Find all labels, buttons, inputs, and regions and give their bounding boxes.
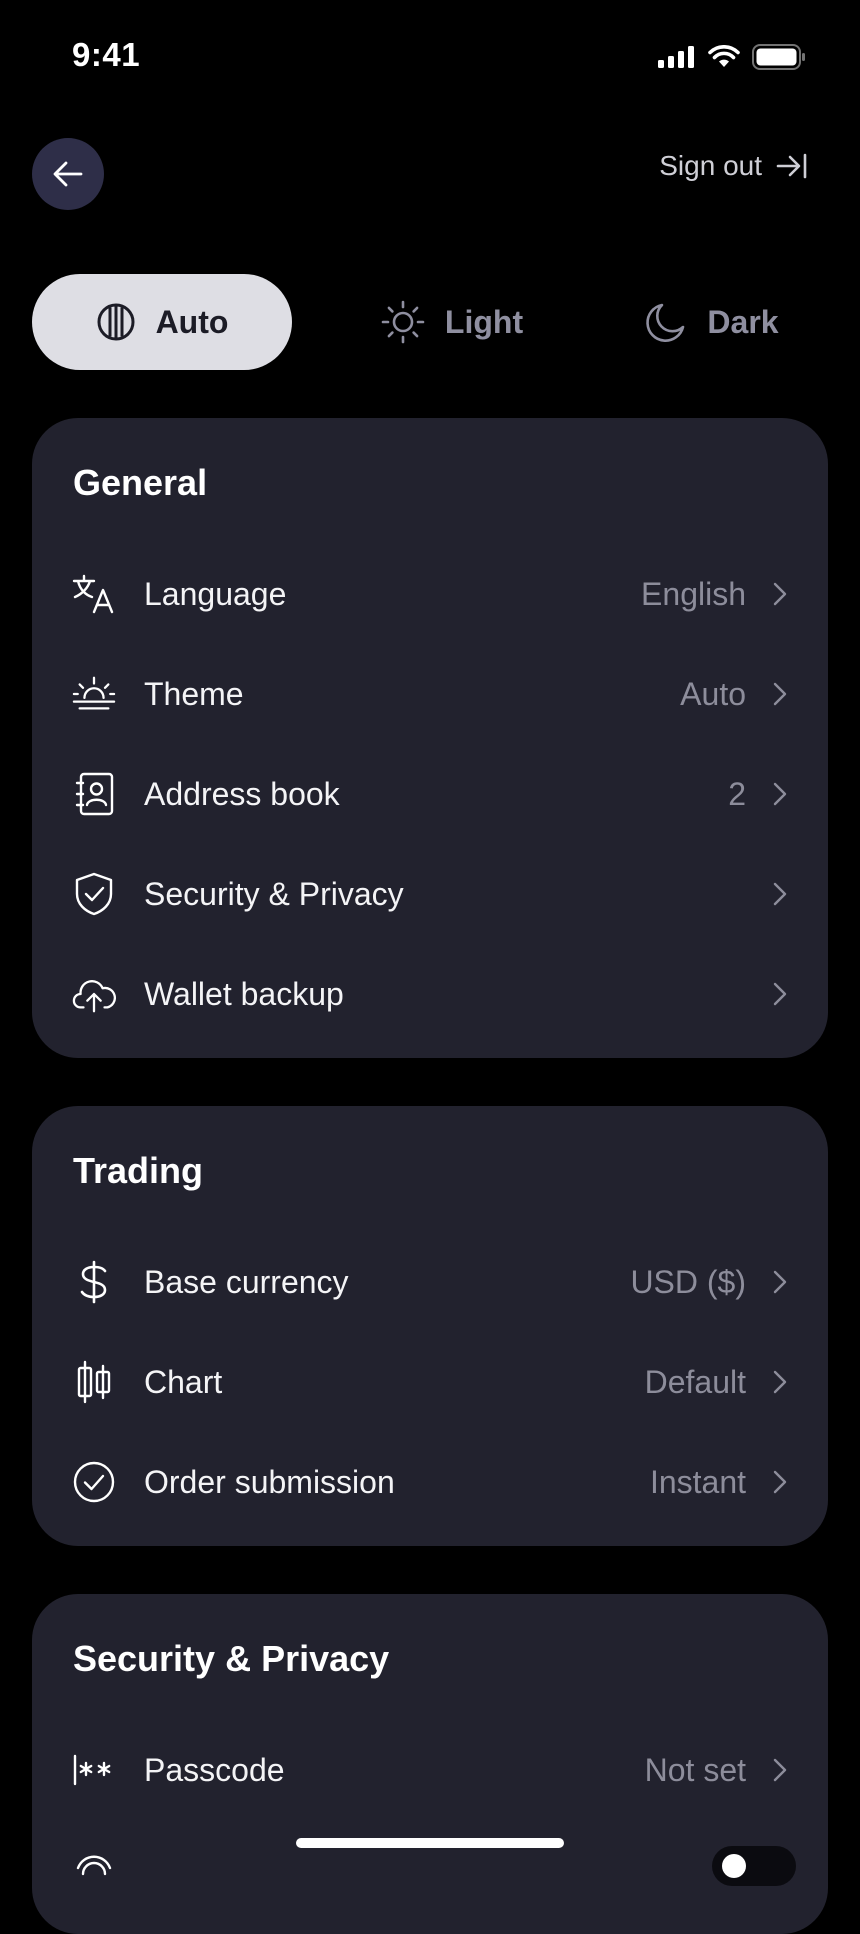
sunrise-icon bbox=[72, 672, 116, 716]
row-label: Chart bbox=[144, 1363, 223, 1400]
settings-row-security-privacy[interactable]: Security & Privacy bbox=[32, 844, 828, 944]
chevron-right-icon bbox=[770, 579, 790, 609]
row-value: 2 bbox=[728, 775, 746, 812]
moon-icon bbox=[645, 301, 687, 343]
chevron-right-icon bbox=[770, 879, 790, 909]
sign-out-icon bbox=[776, 152, 808, 180]
settings-row-base-currency[interactable]: Base currency USD ($) bbox=[32, 1232, 828, 1332]
translate-icon bbox=[72, 572, 116, 616]
candlestick-icon bbox=[72, 1360, 116, 1404]
row-label: Language bbox=[144, 575, 287, 612]
row-label: Base currency bbox=[144, 1263, 349, 1300]
row-value: Instant bbox=[649, 1463, 746, 1500]
back-button[interactable] bbox=[32, 138, 104, 210]
chevron-right-icon bbox=[770, 1755, 790, 1785]
section-title: Security & Privacy bbox=[73, 1638, 390, 1679]
row-label: Theme bbox=[144, 675, 244, 712]
row-label: Passcode bbox=[144, 1751, 285, 1788]
row-label: Wallet backup bbox=[144, 975, 344, 1012]
theme-option-auto-label: Auto bbox=[155, 303, 229, 340]
sign-out-label: Sign out bbox=[659, 150, 762, 181]
theme-option-light-label: Light bbox=[444, 303, 524, 340]
row-value: English bbox=[641, 575, 746, 612]
dollar-icon bbox=[72, 1260, 116, 1304]
signal-icon bbox=[658, 46, 696, 68]
theme-option-auto[interactable]: Auto bbox=[32, 274, 292, 370]
row-value: Not set bbox=[644, 1751, 746, 1788]
chevron-right-icon bbox=[770, 679, 790, 709]
wifi-icon bbox=[708, 45, 740, 69]
theme-option-dark[interactable]: Dark bbox=[612, 274, 812, 370]
settings-row-theme[interactable]: Theme Auto bbox=[32, 644, 828, 744]
check-circle-icon bbox=[72, 1460, 116, 1504]
settings-row-language[interactable]: Language English bbox=[32, 544, 828, 644]
chevron-right-icon bbox=[770, 1367, 790, 1397]
status-time: 9:41 bbox=[72, 36, 141, 73]
contrast-icon bbox=[96, 302, 136, 342]
section-title: General bbox=[73, 462, 208, 503]
security-section: Security & Privacy Passcode Not set bbox=[32, 1594, 828, 1934]
status-icons bbox=[658, 44, 806, 70]
settings-row-wallet-backup[interactable]: Wallet backup bbox=[32, 944, 828, 1044]
home-indicator bbox=[296, 1838, 564, 1848]
row-label: Order submission bbox=[144, 1463, 395, 1500]
shield-check-icon bbox=[72, 872, 116, 916]
chevron-right-icon bbox=[770, 1267, 790, 1297]
chevron-right-icon bbox=[770, 979, 790, 1009]
row-label: Address book bbox=[144, 775, 340, 812]
theme-switcher: Auto Light Dark bbox=[32, 274, 828, 370]
chevron-right-icon bbox=[770, 779, 790, 809]
settings-row-address-book[interactable]: Address book 2 bbox=[32, 744, 828, 844]
chevron-right-icon bbox=[770, 1467, 790, 1497]
settings-row-passcode[interactable]: Passcode Not set bbox=[32, 1720, 828, 1820]
trading-section: Trading Base currency USD ($) Chart Defa… bbox=[32, 1106, 828, 1546]
fingerprint-icon bbox=[72, 1850, 116, 1894]
arrow-left-icon bbox=[53, 161, 83, 187]
sign-out-button[interactable]: Sign out bbox=[659, 150, 808, 182]
sun-icon bbox=[381, 300, 425, 344]
biometrics-toggle[interactable] bbox=[712, 1846, 796, 1886]
settings-row-order-submission[interactable]: Order submission Instant bbox=[32, 1432, 828, 1532]
section-title: Trading bbox=[73, 1150, 204, 1191]
general-section: General Language English Theme Auto Addr… bbox=[32, 418, 828, 1058]
contact-book-icon bbox=[72, 772, 116, 816]
row-value: Default bbox=[644, 1363, 746, 1400]
passcode-icon bbox=[72, 1748, 116, 1792]
cloud-upload-icon bbox=[72, 972, 116, 1016]
battery-icon bbox=[752, 44, 806, 70]
row-value: Auto bbox=[680, 675, 746, 712]
row-label: Security & Privacy bbox=[144, 875, 404, 912]
theme-option-light[interactable]: Light bbox=[352, 274, 552, 370]
settings-row-chart[interactable]: Chart Default bbox=[32, 1332, 828, 1432]
theme-option-dark-label: Dark bbox=[707, 303, 779, 340]
row-value: USD ($) bbox=[630, 1263, 746, 1300]
